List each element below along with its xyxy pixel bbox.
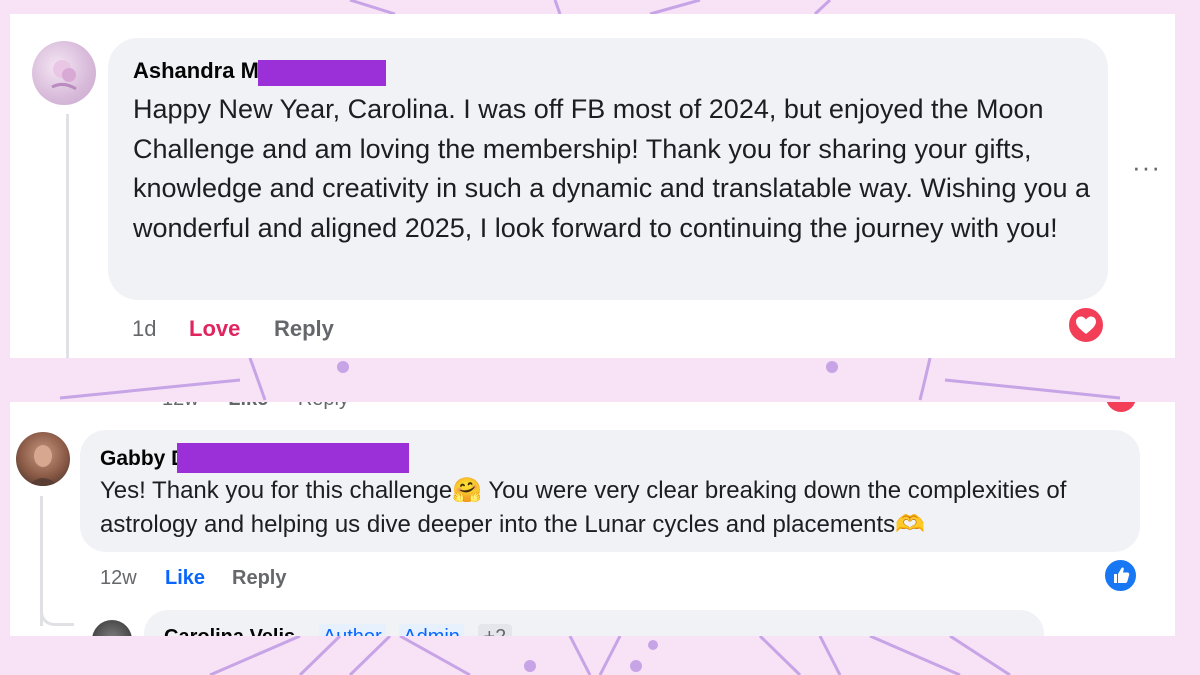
comment-card-2: 12w Like Reply Gabby D Yes! Thank you fo…	[10, 402, 1175, 636]
thumbs-up-icon[interactable]	[1103, 558, 1138, 593]
cropped-reaction-icon	[1106, 402, 1136, 412]
hugging-face-emoji-icon: 🤗	[452, 477, 483, 504]
person-avatar-icon	[28, 445, 58, 486]
cropped-like: Like	[228, 402, 268, 410]
thread-line	[66, 114, 69, 358]
reply-button[interactable]: Reply	[274, 316, 334, 342]
redaction-bar	[258, 60, 386, 86]
reply-avatar[interactable]	[92, 620, 132, 636]
avatar[interactable]	[16, 432, 70, 486]
heart-hands-emoji-icon: 🫶	[895, 511, 926, 538]
redaction-bar	[177, 443, 409, 473]
comment-time[interactable]: 12w	[100, 567, 137, 590]
heart-icon[interactable]	[1067, 306, 1105, 344]
like-button[interactable]: Like	[165, 567, 205, 590]
reply-button[interactable]: Reply	[232, 567, 286, 590]
flower-avatar-icon	[51, 60, 77, 91]
cropped-meta-row: 12w Like Reply	[162, 402, 349, 411]
love-button[interactable]: Love	[189, 316, 240, 342]
reply-author[interactable]: Carolina Velis	[164, 626, 295, 636]
cropped-time: 12w	[162, 402, 199, 410]
comment-author[interactable]: Gabby D	[100, 447, 186, 471]
comment-text: Happy New Year, Carolina. I was off FB m…	[133, 94, 1091, 243]
comment-text-part1: Yes! Thank you for this challenge	[100, 477, 453, 504]
more-options-button[interactable]: ···	[1132, 152, 1161, 183]
thread-connector	[40, 598, 74, 626]
avatar[interactable]	[32, 41, 96, 105]
comment-text: Yes! Thank you for this challenge🤗 You w…	[100, 474, 1130, 542]
more-badges[interactable]: +2	[477, 624, 513, 636]
author-badge: Author	[318, 624, 386, 636]
comment-card-1: Ashandra M Happy New Year, Carolina. I w…	[10, 14, 1175, 358]
comment-time[interactable]: 1d	[132, 316, 156, 342]
cropped-reply: Reply	[298, 402, 349, 410]
reply-header: Carolina Velis Author Admin +2	[164, 624, 513, 636]
comment-author[interactable]: Ashandra M	[133, 58, 259, 84]
admin-badge: Admin	[399, 624, 464, 636]
